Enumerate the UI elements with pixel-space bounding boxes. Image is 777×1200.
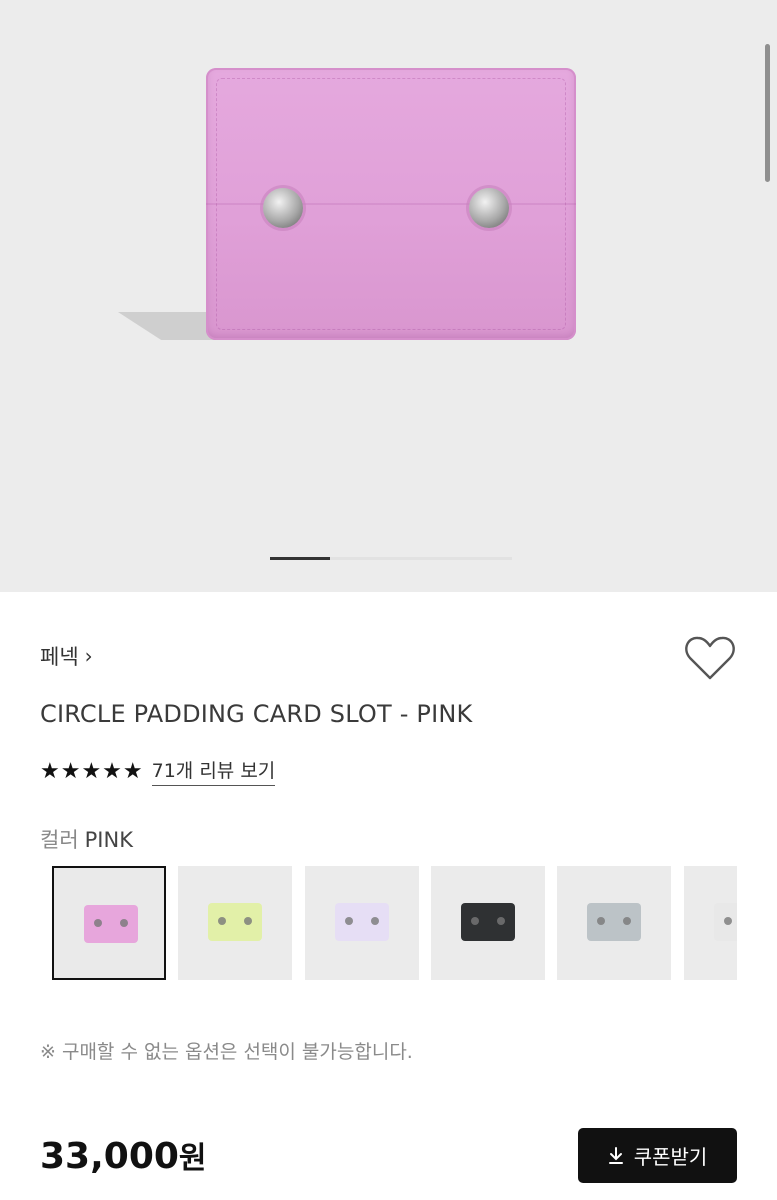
wallet-crease <box>206 203 576 205</box>
coupon-button-label: 쿠폰받기 <box>633 1145 708 1169</box>
swatch-thumbnail <box>587 903 641 941</box>
wallet-snap-right <box>469 188 509 228</box>
color-swatch-list <box>52 866 737 981</box>
swatch-thumbnail <box>84 905 138 943</box>
color-swatch-grey[interactable] <box>557 866 671 980</box>
gallery-indicator-active <box>270 557 330 560</box>
product-image-gallery[interactable] <box>0 0 777 592</box>
color-swatch-lime[interactable] <box>178 866 292 980</box>
brand-link[interactable]: 페넥 › <box>40 641 93 671</box>
wallet-snap-left <box>263 188 303 228</box>
swatch-thumbnail <box>714 903 737 941</box>
swatch-thumbnail <box>461 903 515 941</box>
option-notice: ※ 구매할 수 없는 옵션은 선택이 불가능합니다. <box>40 1041 413 1063</box>
color-swatch-lavender[interactable] <box>305 866 419 980</box>
swatch-thumbnail <box>208 903 262 941</box>
price-unit: 원 <box>178 1141 207 1176</box>
color-swatch-pink[interactable] <box>52 866 166 980</box>
price-amount: 33,000 <box>40 1136 179 1177</box>
product-rating: ★★★★★ 71개 리뷰 보기 <box>40 756 276 786</box>
chevron-right-icon: › <box>84 644 93 668</box>
coupon-download-button[interactable]: 쿠폰받기 <box>578 1128 737 1183</box>
brand-name: 페넥 <box>40 645 79 669</box>
color-label: 컬러 PINK <box>40 824 133 854</box>
color-swatch-white[interactable] <box>684 866 737 980</box>
color-label-key: 컬러 <box>40 828 79 852</box>
page-scrollbar[interactable] <box>765 44 770 182</box>
color-selected-value: PINK <box>84 828 133 852</box>
review-link[interactable]: 71개 리뷰 보기 <box>151 756 276 786</box>
product-title: CIRCLE PADDING CARD SLOT - PINK <box>40 700 473 728</box>
product-price: 33,000원 <box>40 1133 207 1177</box>
heart-icon[interactable] <box>684 634 736 682</box>
product-image <box>206 68 576 340</box>
color-swatch-black[interactable] <box>431 866 545 980</box>
download-icon <box>608 1146 624 1165</box>
swatch-thumbnail <box>335 903 389 941</box>
gallery-indicator <box>270 557 512 560</box>
star-rating-icon: ★★★★★ <box>40 758 144 784</box>
